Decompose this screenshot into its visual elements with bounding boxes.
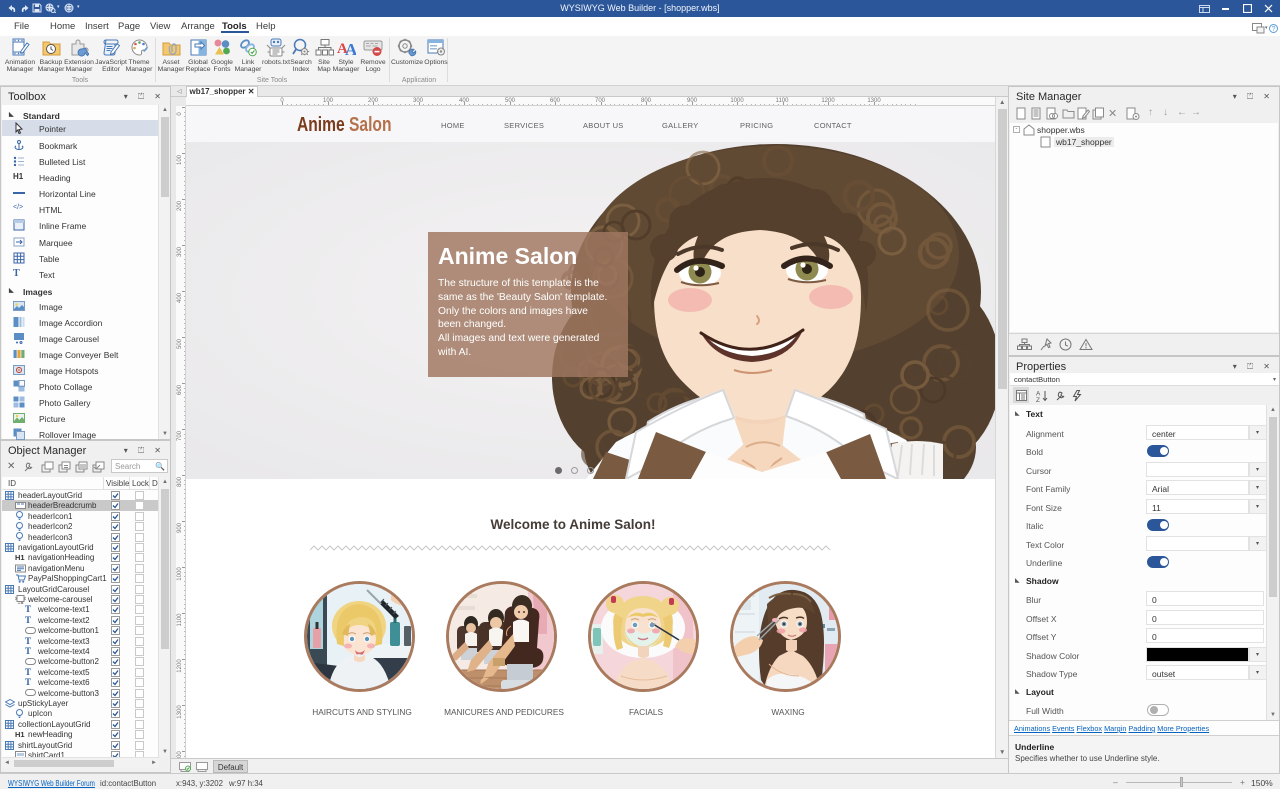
svg-text:A: A — [345, 40, 356, 57]
svg-text:Z: Z — [1036, 397, 1040, 402]
